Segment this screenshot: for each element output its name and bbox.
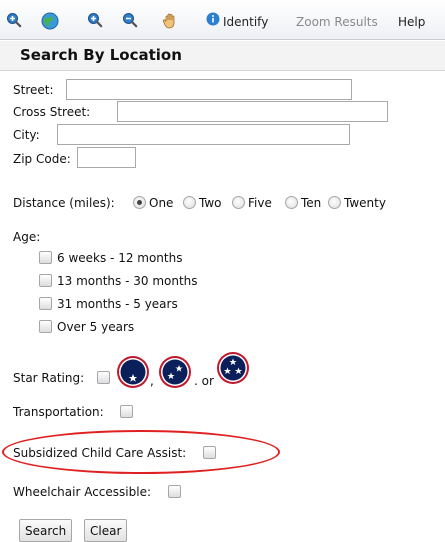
age-option-over-5y: Over 5 years (57, 320, 135, 334)
wheelchair-checkbox[interactable] (168, 485, 181, 498)
zoom-in-icon[interactable] (6, 12, 22, 28)
distance-label: Distance (miles): (13, 196, 115, 210)
age-checkbox-31m-5y[interactable] (39, 297, 52, 310)
city-label: City: (13, 128, 40, 142)
zoom-out-icon[interactable] (122, 12, 138, 28)
map-toolbar: Identify Zoom Results Help (0, 0, 445, 40)
identify-button[interactable]: Identify (223, 15, 268, 29)
age-checkbox-6w-12m[interactable] (39, 251, 52, 264)
distance-radio-twenty[interactable] (328, 196, 341, 209)
two-star-badge-icon (159, 356, 191, 388)
age-checkbox-over-5y[interactable] (39, 320, 52, 333)
section-header: Search By Location (0, 41, 445, 71)
distance-radio-ten[interactable] (285, 196, 298, 209)
star-rating-label: Star Rating: (13, 371, 85, 385)
cross-street-label: Cross Street: (13, 105, 91, 119)
age-option-31m-5y: 31 months - 5 years (57, 297, 178, 311)
distance-radio-five[interactable] (232, 196, 245, 209)
age-label: Age: (13, 230, 41, 244)
distance-option-two: Two (199, 196, 222, 210)
distance-option-one: One (149, 196, 174, 210)
page-title: Search By Location (20, 46, 182, 64)
city-input[interactable] (57, 124, 350, 145)
distance-option-five: Five (248, 196, 272, 210)
info-icon[interactable] (206, 12, 220, 26)
clear-button[interactable]: Clear (84, 519, 128, 542)
zoom-in-plus-icon[interactable] (87, 12, 103, 28)
distance-option-twenty: Twenty (344, 196, 386, 210)
age-option-6w-12m: 6 weeks - 12 months (57, 251, 183, 265)
three-star-badge-icon (217, 352, 249, 384)
search-button[interactable]: Search (19, 519, 73, 542)
full-extent-globe-icon[interactable] (41, 12, 59, 30)
distance-radio-two[interactable] (183, 196, 196, 209)
age-option-13m-30m: 13 months - 30 months (57, 274, 198, 288)
wheelchair-label: Wheelchair Accessible: (13, 485, 151, 499)
subsidized-label: Subsidized Child Care Assist: (13, 446, 187, 460)
star-rating-checkbox[interactable] (97, 371, 110, 384)
street-label: Street: (13, 83, 54, 97)
street-input[interactable] (66, 79, 352, 100)
star-separator-or: . or (194, 374, 214, 388)
subsidized-checkbox[interactable] (203, 446, 216, 459)
help-button[interactable]: Help (398, 15, 425, 29)
distance-option-ten: Ten (301, 196, 322, 210)
pan-hand-icon[interactable] (161, 12, 179, 30)
transportation-label: Transportation: (13, 405, 104, 419)
cross-street-input[interactable] (117, 101, 388, 122)
zip-code-label: Zip Code: (13, 152, 71, 166)
zip-code-input[interactable] (77, 147, 136, 168)
distance-radio-one[interactable] (133, 196, 146, 209)
transportation-checkbox[interactable] (120, 405, 133, 418)
age-checkbox-13m-30m[interactable] (39, 274, 52, 287)
star-separator-comma: , (150, 374, 154, 388)
zoom-results-button[interactable]: Zoom Results (296, 15, 378, 29)
one-star-badge-icon (117, 356, 149, 388)
